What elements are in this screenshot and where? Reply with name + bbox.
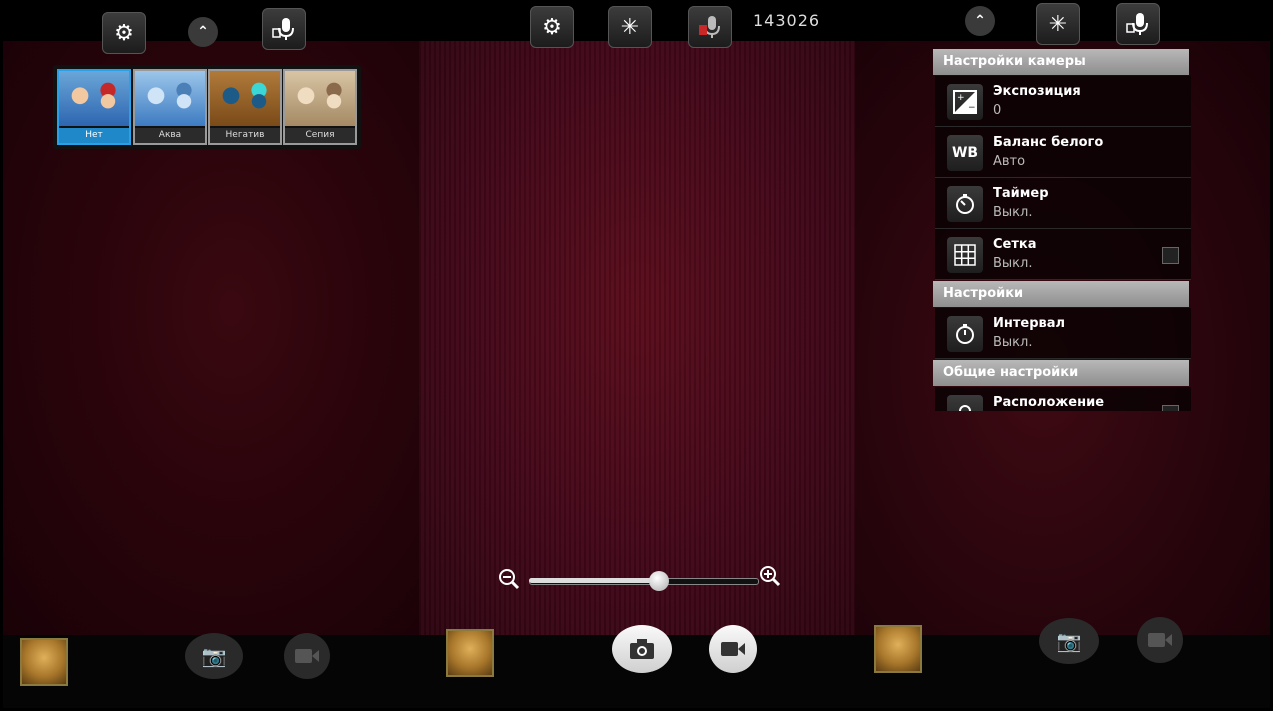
photo-button-left[interactable]: 📷 — [185, 633, 243, 679]
voice-button-right[interactable] — [1116, 3, 1160, 45]
filter-label: Аква — [135, 128, 205, 143]
timer-icon — [947, 186, 983, 222]
gear-icon: ⚙ — [114, 20, 134, 46]
settings-panel: Настройки камеры + − Экспозиция 0 WB Бала… — [933, 49, 1193, 411]
color-effect-strip: Нет Аква Негатив Сепия — [53, 65, 361, 149]
video-button-right[interactable] — [1137, 617, 1183, 663]
zoom-out-icon[interactable] — [498, 568, 520, 590]
setting-interval[interactable]: Интервал Выкл. — [935, 308, 1191, 359]
microphone-icon — [272, 18, 294, 40]
gallery-thumbnail-center[interactable] — [446, 629, 494, 677]
filter-label: Нет — [59, 128, 129, 143]
zoom-slider-fill — [529, 578, 659, 583]
effects-button-center[interactable]: ✳ — [608, 6, 652, 48]
zoom-in-icon[interactable] — [759, 565, 781, 587]
filter-sepia[interactable]: Сепия — [283, 69, 357, 145]
video-camera-icon — [295, 649, 319, 663]
stopwatch-icon — [947, 316, 983, 352]
setting-value: Выкл. — [993, 335, 1033, 350]
video-button-center[interactable] — [709, 625, 757, 673]
settings-button-center[interactable]: ⚙ — [530, 6, 574, 48]
effects-button-right[interactable]: ✳ — [1036, 3, 1080, 45]
chevron-up-icon: ⌃ — [197, 24, 209, 40]
video-button-left[interactable] — [284, 633, 330, 679]
filter-preview-image — [135, 71, 205, 126]
viewfinder-panel-center — [419, 41, 855, 635]
filter-preview-image — [59, 71, 129, 126]
microphone-muted-icon — [699, 16, 720, 38]
filter-aqua[interactable]: Аква — [133, 69, 207, 145]
video-camera-icon — [721, 642, 745, 656]
filter-preview-image — [210, 71, 280, 126]
filter-preview-image — [285, 71, 355, 126]
filter-negative[interactable]: Негатив — [208, 69, 282, 145]
filter-none[interactable]: Нет — [57, 69, 131, 145]
setting-location[interactable]: Расположение — [935, 387, 1191, 411]
photo-button-center[interactable] — [612, 625, 672, 673]
gear-icon: ⚙ — [542, 14, 562, 40]
camera-settings-header: Настройки камеры — [933, 49, 1189, 75]
camera-icon: 📷 — [1056, 629, 1082, 653]
svg-text:−: − — [968, 103, 976, 113]
filter-label: Сепия — [285, 128, 355, 143]
setting-title: Расположение — [993, 395, 1105, 410]
shot-counter: 143026 — [753, 11, 821, 30]
location-icon — [947, 395, 983, 411]
grid-icon — [947, 237, 983, 273]
microphone-icon — [1126, 13, 1148, 35]
setting-title: Интервал — [993, 316, 1066, 331]
gallery-thumbnail-right[interactable] — [874, 625, 922, 673]
setting-value: Авто — [993, 154, 1026, 169]
voice-button-left[interactable] — [262, 8, 306, 50]
location-checkbox[interactable] — [1162, 405, 1179, 411]
grid-checkbox[interactable] — [1162, 247, 1179, 264]
setting-title: Экспозиция — [993, 84, 1081, 99]
sparkle-icon: ✳ — [1048, 11, 1068, 37]
setting-grid[interactable]: Сетка Выкл. — [935, 229, 1191, 280]
setting-value: Выкл. — [993, 256, 1033, 271]
exposure-icon: + − — [947, 84, 983, 120]
setting-value: Выкл. — [993, 205, 1033, 220]
collapse-button-right[interactable]: ⌃ — [965, 6, 995, 36]
video-camera-icon — [1148, 633, 1172, 647]
setting-title: Таймер — [993, 186, 1049, 201]
collapse-button-left[interactable]: ⌃ — [188, 17, 218, 47]
settings-button-left[interactable]: ⚙ — [102, 12, 146, 54]
voice-button-center[interactable] — [688, 6, 732, 48]
camera-icon: 📷 — [201, 644, 227, 668]
chevron-up-icon: ⌃ — [974, 13, 986, 29]
setting-title: Баланс белого — [993, 135, 1104, 150]
white-balance-icon: WB — [947, 135, 983, 171]
setting-white-balance[interactable]: WB Баланс белого Авто — [935, 127, 1191, 178]
settings-header: Настройки — [933, 281, 1189, 307]
camera-icon — [630, 639, 654, 659]
sparkle-icon: ✳ — [620, 14, 640, 40]
svg-text:+: + — [957, 93, 965, 103]
setting-value: 0 — [993, 103, 1002, 118]
zoom-slider-handle[interactable] — [649, 571, 669, 591]
filter-label: Негатив — [210, 128, 280, 143]
camera-screen: ⚙ ⌃ ⚙ ✳ 143026 ⌃ ✳ Нет Аква Негатив Сепи… — [3, 3, 1270, 708]
setting-title: Сетка — [993, 237, 1037, 252]
setting-timer[interactable]: Таймер Выкл. — [935, 178, 1191, 229]
photo-button-right[interactable]: 📷 — [1039, 618, 1099, 664]
gallery-thumbnail-left[interactable] — [20, 638, 68, 686]
setting-exposure[interactable]: + − Экспозиция 0 — [935, 76, 1191, 127]
general-settings-header: Общие настройки — [933, 360, 1189, 386]
